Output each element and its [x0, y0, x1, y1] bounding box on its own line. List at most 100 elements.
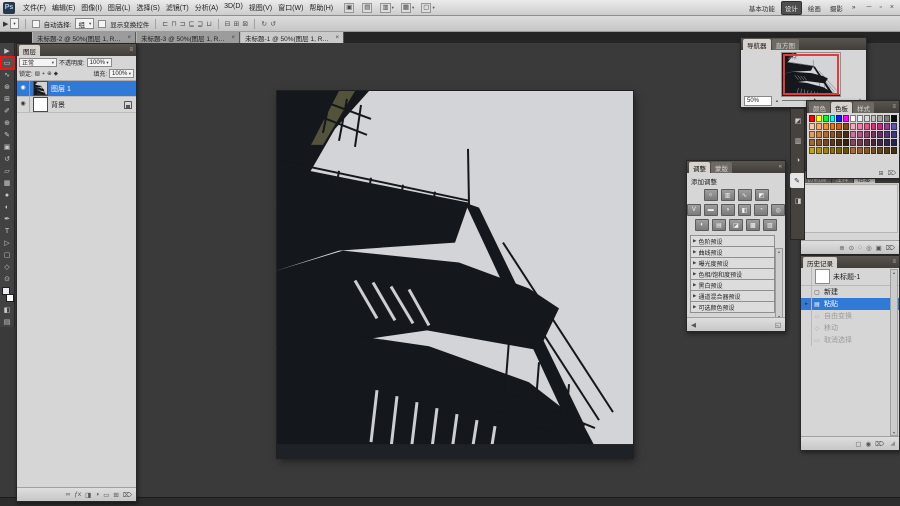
color-swatch[interactable] [857, 147, 863, 154]
color-swatch[interactable] [816, 147, 822, 154]
tab-history[interactable]: 历史记录 [803, 257, 837, 268]
show-transform-checkbox[interactable] [98, 20, 106, 28]
color-swatch[interactable] [891, 147, 897, 154]
color-swatch[interactable] [836, 139, 842, 146]
dock-icon-channels[interactable]: ◨ [792, 193, 804, 208]
history-brush-source[interactable]: ▸ [801, 310, 812, 322]
disclosure-triangle-icon[interactable]: ▶ [693, 271, 696, 277]
color-swatch[interactable] [891, 139, 897, 146]
workspace-button[interactable]: » [849, 3, 859, 12]
color-swatch[interactable] [823, 139, 829, 146]
adjustment-layer-icon[interactable]: ◑ [95, 491, 99, 498]
delete-layer-icon[interactable]: ⌦ [123, 491, 132, 499]
layer-name[interactable]: 背景 [51, 100, 124, 110]
3d-rotate-icon[interactable]: ↻ [261, 20, 267, 28]
launch-bridge-button[interactable]: ▣ [344, 3, 355, 13]
document-tab[interactable]: 未标题-3 @ 50%(图层 1, RGB/8) × [136, 32, 240, 43]
history-brush-source[interactable]: ▸ [801, 334, 812, 346]
color-swatch[interactable] [809, 147, 815, 154]
color-swatch[interactable] [891, 123, 897, 130]
blend-mode-dropdown[interactable]: 正常 ▾ [19, 58, 57, 67]
scroll-up-icon[interactable]: ▴ [893, 270, 895, 275]
color-swatch[interactable] [850, 131, 856, 138]
restore-button[interactable]: ▫ [879, 4, 881, 11]
lock-position-icon[interactable]: ⊕ [47, 71, 52, 77]
panel-footer-icon[interactable]: ◎ [866, 244, 872, 252]
color-swatch[interactable] [836, 115, 842, 122]
color-swatch[interactable] [877, 147, 883, 154]
tab-close-icon[interactable]: × [127, 35, 131, 41]
snapshot-row[interactable]: 未标题-1 [801, 268, 899, 286]
zoom-out-icon[interactable]: ▲ [775, 98, 779, 103]
selective-color-icon[interactable]: ▧ [763, 219, 777, 231]
disclosure-triangle-icon[interactable]: ▶ [693, 249, 696, 255]
channel-mixer-icon[interactable]: ◎ [771, 204, 785, 216]
navigator-preview[interactable] [781, 52, 841, 97]
hue-saturation-icon[interactable]: ▬ [704, 204, 718, 216]
collapse-icon[interactable]: « [779, 164, 783, 170]
color-swatch[interactable] [823, 147, 829, 154]
document-tab[interactable]: 未标题-2 @ 50%(图层 1, RGB/8) × [32, 32, 136, 43]
color-swatch[interactable] [871, 139, 877, 146]
menu-item[interactable]: 选择(S) [133, 1, 162, 15]
lasso-tool[interactable]: ∿ [1, 69, 14, 81]
new-swatch-icon[interactable]: ⊞ [878, 170, 883, 177]
curves-icon[interactable]: ∿ [738, 189, 752, 201]
color-swatch[interactable] [843, 123, 849, 130]
menu-item[interactable]: 3D(D) [221, 1, 246, 15]
workspace-button[interactable]: 设计 [781, 1, 802, 15]
menu-item[interactable]: 帮助(H) [306, 1, 336, 15]
dock-icon-color[interactable]: ◩ [792, 113, 804, 128]
delete-swatch-icon[interactable]: ⌦ [888, 170, 896, 177]
navigator-zoom-field[interactable]: 50% [744, 96, 772, 106]
disclosure-triangle-icon[interactable]: ▶ [693, 282, 696, 288]
color-swatch[interactable] [816, 139, 822, 146]
panel-menu-icon[interactable]: ≡ [129, 47, 134, 53]
color-swatch[interactable] [864, 131, 870, 138]
adjustments-tab[interactable]: 蒙版 [711, 162, 732, 173]
color-swatch[interactable] [836, 147, 842, 154]
history-state[interactable]: ▸ ▢ 新建 [801, 286, 899, 298]
color-swatch[interactable] [877, 139, 883, 146]
scroll-up-icon[interactable]: ▴ [778, 249, 780, 254]
color-swatch[interactable] [809, 131, 815, 138]
photo-filter-icon[interactable]: ◔ [754, 204, 768, 216]
pen-tool[interactable]: ✒ [1, 213, 14, 225]
color-swatch[interactable] [871, 147, 877, 154]
color-swatch[interactable] [871, 115, 877, 122]
new-snapshot-icon[interactable]: ◉ [866, 440, 872, 448]
menu-item[interactable]: 窗口(W) [275, 1, 306, 15]
swatches-tab[interactable]: 颜色 [809, 102, 830, 113]
exposure-icon[interactable]: ◩ [755, 189, 769, 201]
color-swatch[interactable] [884, 115, 890, 122]
color-swatch[interactable] [823, 115, 829, 122]
brush-tool[interactable]: ✎ [1, 129, 14, 141]
color-swatch[interactable] [830, 131, 836, 138]
quick-mask-button[interactable]: ◧ [1, 304, 14, 316]
clone-stamp-tool[interactable]: ▣ [1, 141, 14, 153]
preset-group[interactable]: ▶ 可选颜色预设 [690, 301, 775, 313]
color-swatch[interactable] [809, 123, 815, 130]
panel-footer-icon[interactable]: ⊙ [849, 244, 854, 252]
tab-layers[interactable]: 图层 [19, 45, 40, 56]
color-swatch[interactable] [843, 115, 849, 122]
layer-name[interactable]: 图层 1 [51, 84, 136, 94]
menu-item[interactable]: 视图(V) [246, 1, 275, 15]
history-brush-source[interactable]: ▸ [801, 322, 812, 334]
3d-roll-icon[interactable]: ↺ [270, 20, 276, 28]
dock-icon-masks[interactable]: ◑ [792, 153, 804, 168]
layer-visibility-icon[interactable]: ◉ [17, 97, 30, 112]
layer-mask-icon[interactable]: ◨ [85, 491, 91, 499]
align-bottom-icon[interactable]: ⊔ [206, 20, 211, 28]
threshold-icon[interactable]: ◪ [729, 219, 743, 231]
disclosure-triangle-icon[interactable]: ▶ [693, 260, 696, 266]
screen-mode-cycle-button[interactable]: ▤ [1, 316, 14, 328]
lock-all-icon[interactable]: ◆ [54, 71, 58, 77]
mini-bridge-button[interactable]: ▤ [362, 3, 373, 13]
dock-icon-styles[interactable]: ▥ [792, 133, 804, 148]
color-swatch[interactable] [871, 123, 877, 130]
tab-close-icon[interactable]: × [335, 35, 339, 41]
distribute-h-icon[interactable]: ⊟ [225, 20, 231, 28]
color-swatch[interactable] [823, 123, 829, 130]
color-swatch[interactable] [843, 139, 849, 146]
